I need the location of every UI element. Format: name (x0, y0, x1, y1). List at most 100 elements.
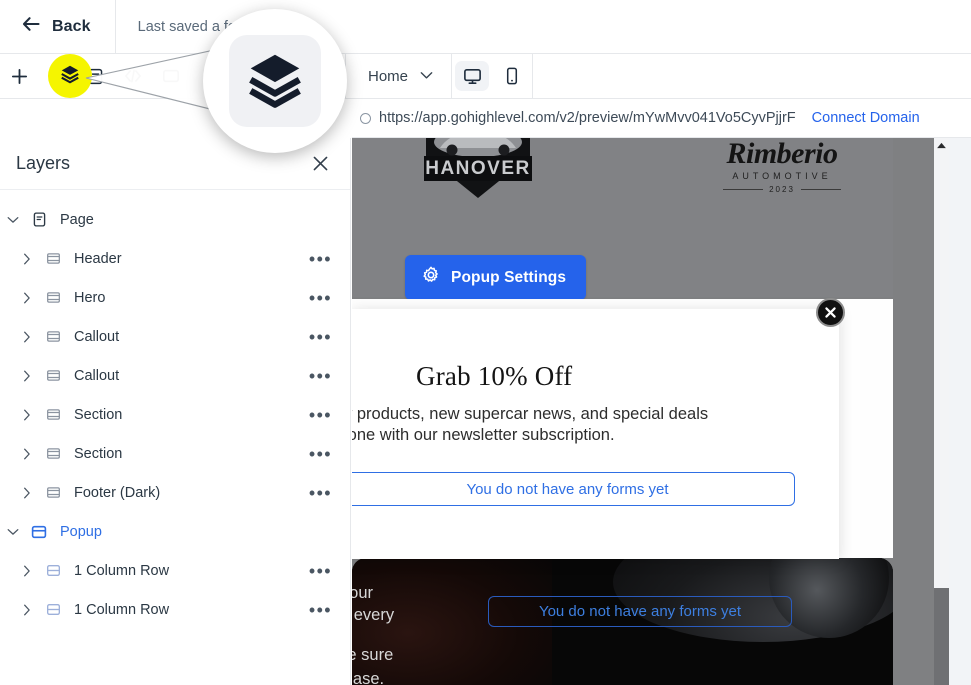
page-canvas: HANOVER Rimberio AUTOMOTIVE 2023 Popup S… (352, 138, 971, 685)
rule-right (800, 189, 841, 190)
layer-more-options-button[interactable]: ••• (309, 484, 332, 502)
popup-body-line2: his one with our newsletter subscription… (352, 426, 615, 444)
connect-domain-link[interactable]: Connect Domain (812, 110, 920, 126)
layer-more-options-button[interactable]: ••• (309, 250, 332, 268)
magnifier-callout (203, 9, 347, 153)
layer-row-page[interactable]: Page (0, 200, 350, 239)
rectangle-icon (161, 67, 181, 85)
close-icon[interactable] (311, 154, 330, 173)
layers-icon (244, 48, 306, 115)
chevron-right-icon[interactable] (14, 565, 40, 577)
layer-label: Hero (74, 289, 106, 306)
chevron-right-icon[interactable] (14, 487, 40, 499)
layer-more-options-button[interactable]: ••• (309, 562, 332, 580)
layer-row-section[interactable]: Section ••• (0, 434, 350, 473)
layer-row-footer-dark[interactable]: Footer (Dark) ••• (0, 473, 350, 512)
layer-row-hero[interactable]: Hero ••• (0, 278, 350, 317)
popup-heading: Grab 10% Off (416, 361, 573, 391)
page-preview-frame: HANOVER Rimberio AUTOMOTIVE 2023 Popup S… (352, 138, 952, 685)
layer-row-section[interactable]: Section ••• (0, 395, 350, 434)
layers-tree: Page Header ••• Hero ••• Callout ••• Callout •••… (0, 190, 350, 629)
chevron-right-icon[interactable] (14, 253, 40, 265)
add-element-button[interactable] (0, 54, 38, 99)
chevron-right-icon[interactable] (14, 370, 40, 382)
layer-more-options-button[interactable]: ••• (309, 289, 332, 307)
layer-row-1-column-row[interactable]: 1 Column Row ••• (0, 551, 350, 590)
layer-more-options-button[interactable]: ••• (309, 445, 332, 463)
footer-text-line2: u every (352, 606, 395, 624)
rimberio-year: 2023 (769, 185, 795, 194)
chevron-down-icon[interactable] (0, 528, 26, 536)
chevron-down-icon[interactable] (0, 216, 26, 224)
layer-row-1-column-row[interactable]: 1 Column Row ••• (0, 590, 350, 629)
highlighted-layers-button[interactable] (48, 54, 92, 98)
app-root: Back Last saved a few s Home https://app… (0, 0, 971, 685)
popup-body-line1: new products, new supercar news, and spe… (352, 405, 709, 423)
popup-settings-label: Popup Settings (451, 268, 567, 286)
page-selector[interactable]: Home (346, 54, 451, 99)
section-icon (40, 485, 66, 500)
section-icon (40, 251, 66, 266)
chevron-right-icon[interactable] (14, 409, 40, 421)
rimberio-subtitle: AUTOMOTIVE (732, 171, 832, 181)
rule-left (723, 189, 764, 190)
caret-up-icon[interactable] (934, 138, 949, 152)
hero-section: HANOVER Rimberio AUTOMOTIVE 2023 Popup S… (352, 138, 893, 300)
preview-url-bar: https://app.gohighlevel.com/v2/preview/m… (352, 99, 971, 138)
layer-label: Section (74, 445, 123, 462)
popup-body-text: new products, new supercar news, and spe… (352, 404, 862, 446)
mobile-view-button[interactable] (492, 54, 532, 99)
chevron-right-icon[interactable] (14, 331, 40, 343)
section-icon (40, 290, 66, 305)
page-selector-label: Home (368, 67, 409, 85)
popup-settings-button[interactable]: Popup Settings (405, 255, 587, 300)
plus-icon (10, 67, 29, 86)
back-button[interactable]: Back (0, 0, 116, 54)
layer-row-callout[interactable]: Callout ••• (0, 317, 350, 356)
mobile-icon (504, 66, 520, 86)
layer-row-header[interactable]: Header ••• (0, 239, 350, 278)
chevron-right-icon[interactable] (14, 448, 40, 460)
row-icon (40, 563, 66, 578)
page-selector-group: Home (346, 54, 453, 99)
section-icon (40, 407, 66, 422)
chevron-right-icon[interactable] (14, 292, 40, 304)
layer-more-options-button[interactable]: ••• (309, 367, 332, 385)
layers-icon (59, 63, 81, 90)
section-template-button[interactable] (152, 54, 190, 99)
layer-more-options-button[interactable]: ••• (309, 601, 332, 619)
row-icon (40, 602, 66, 617)
footer-form-placeholder[interactable]: You do not have any forms yet (488, 596, 792, 627)
chevron-right-icon[interactable] (14, 604, 40, 616)
page-content: HANOVER Rimberio AUTOMOTIVE 2023 Popup S… (352, 138, 893, 685)
canvas-right-gutter (949, 138, 971, 685)
desktop-view-button[interactable] (452, 54, 492, 99)
layer-label: Callout (74, 328, 120, 345)
popup-form-placeholder[interactable]: You do not have any forms yet (352, 472, 795, 506)
section-icon (40, 329, 66, 344)
editor-toolbar: Home (0, 54, 971, 99)
canvas-vertical-scrollbar[interactable] (934, 138, 949, 685)
layer-label: Callout (74, 367, 120, 384)
layer-more-options-button[interactable]: ••• (309, 328, 332, 346)
scrollbar-thumb[interactable] (934, 588, 949, 685)
footer-dark-section: , our u every ake sure rchase. You do no… (352, 558, 893, 685)
page-icon (26, 211, 52, 228)
preview-url-text[interactable]: https://app.gohighlevel.com/v2/preview/m… (379, 110, 796, 126)
top-bar: Back Last saved a few s (0, 0, 971, 54)
layer-more-options-button[interactable]: ••• (309, 406, 332, 424)
device-toggle-group (452, 54, 534, 99)
layer-label: 1 Column Row (74, 601, 170, 618)
chevron-down-icon (420, 67, 433, 85)
layer-row-callout[interactable]: Callout ••• (0, 356, 350, 395)
layer-row-popup[interactable]: Popup (0, 512, 350, 551)
arrow-left-icon (22, 16, 41, 37)
layer-label: Section (74, 406, 123, 423)
layer-label: Popup (60, 523, 102, 540)
popup-close-button[interactable] (816, 298, 845, 327)
popup-icon (26, 524, 52, 540)
layer-label: 1 Column Row (74, 562, 170, 579)
custom-code-button[interactable] (114, 54, 152, 99)
layers-panel-title: Layers (16, 153, 71, 173)
